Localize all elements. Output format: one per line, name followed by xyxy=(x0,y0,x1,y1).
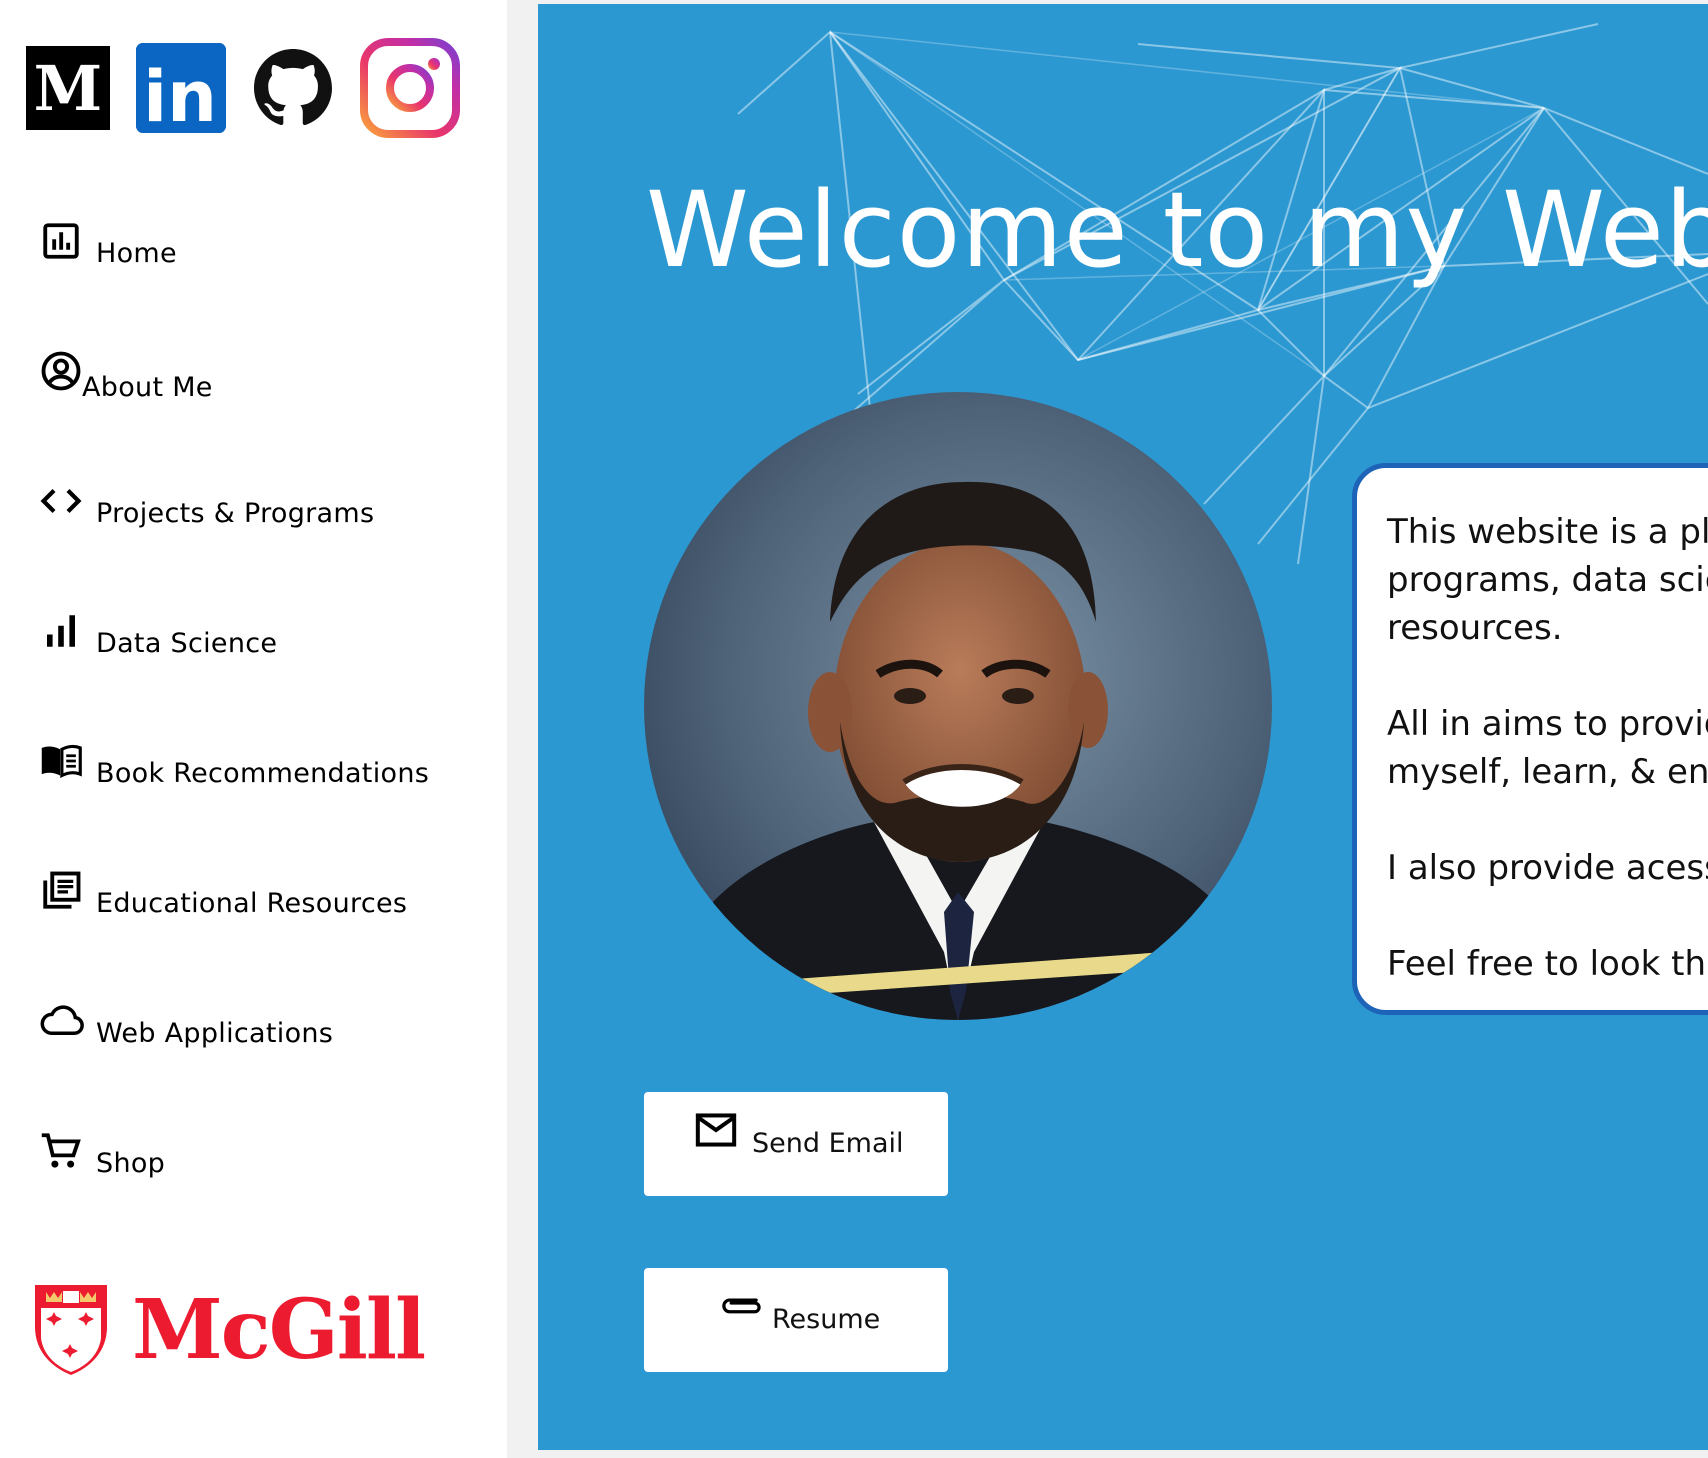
code-brackets-icon xyxy=(40,480,82,522)
hero-section: Welcome to my Websit xyxy=(538,4,1708,1450)
intro-line: All in aims to provid xyxy=(1387,704,1708,744)
resume-label: Resume xyxy=(772,1304,881,1335)
cloud-icon xyxy=(38,1000,86,1042)
sidebar: M in Home About Me Projects & Programs D… xyxy=(0,0,507,1458)
sidebar-nav: Home About Me Projects & Programs Data S… xyxy=(40,220,480,1260)
intro-paragraph: I also provide acess xyxy=(1387,844,1708,892)
cart-icon xyxy=(40,1130,82,1172)
sidebar-item-label: Home xyxy=(96,238,177,269)
linkedin-icon[interactable]: in xyxy=(136,43,226,133)
resume-button[interactable]: Resume xyxy=(644,1268,948,1372)
intro-line: programs, data scie xyxy=(1387,560,1708,600)
sidebar-item-about-me[interactable]: About Me xyxy=(40,350,480,480)
github-icon[interactable] xyxy=(254,49,332,127)
linkedin-text: in xyxy=(143,56,217,133)
user-circle-icon xyxy=(40,350,82,392)
instagram-icon[interactable] xyxy=(360,38,460,138)
intro-line: This website is a pla xyxy=(1387,512,1708,552)
intro-paragraph: All in aims to provid myself, learn, & en… xyxy=(1387,700,1708,796)
mail-icon xyxy=(694,1110,738,1150)
sidebar-item-data-science[interactable]: Data Science xyxy=(40,610,480,740)
bar-chart-box-icon xyxy=(40,220,82,262)
sidebar-item-shop[interactable]: Shop xyxy=(40,1130,480,1260)
sidebar-item-label: Projects & Programs xyxy=(96,498,375,529)
send-email-label: Send Email xyxy=(752,1128,904,1159)
sidebar-item-label: Shop xyxy=(96,1148,166,1179)
sidebar-item-label: Web Applications xyxy=(96,1018,334,1049)
sidebar-item-label: Educational Resources xyxy=(96,888,408,919)
profile-photo xyxy=(644,392,1272,1020)
sidebar-item-educational-resources[interactable]: Educational Resources xyxy=(40,870,480,1000)
open-book-icon xyxy=(40,740,82,782)
medium-icon[interactable]: M xyxy=(26,46,110,130)
send-email-button[interactable]: Send Email xyxy=(644,1092,948,1196)
mcgill-shield-icon xyxy=(32,1282,110,1378)
sidebar-item-projects-programs[interactable]: Projects & Programs xyxy=(40,480,480,610)
intro-line: I also provide acess xyxy=(1387,848,1708,888)
sidebar-item-label: About Me xyxy=(82,372,213,403)
intro-line: myself, learn, & eng xyxy=(1387,752,1708,792)
sidebar-item-web-applications[interactable]: Web Applications xyxy=(40,1000,480,1130)
intro-paragraph: Feel free to look thr xyxy=(1387,940,1708,988)
sidebar-item-home[interactable]: Home xyxy=(40,220,480,350)
page-title: Welcome to my Websit xyxy=(646,169,1708,291)
sidebar-item-label: Data Science xyxy=(96,628,278,659)
mcgill-logo: McGill xyxy=(32,1282,426,1378)
documents-icon xyxy=(40,870,82,912)
paperclip-icon xyxy=(718,1286,762,1320)
intro-line: Feel free to look thr xyxy=(1387,944,1708,984)
intro-card: This website is a pla programs, data scie… xyxy=(1352,463,1708,1015)
intro-paragraph: This website is a pla programs, data scie… xyxy=(1387,508,1708,652)
sidebar-item-book-recommendations[interactable]: Book Recommendations xyxy=(40,740,480,870)
social-links: M in xyxy=(26,38,460,138)
mcgill-wordmark: McGill xyxy=(132,1282,426,1378)
medium-letter: M xyxy=(34,52,103,125)
signal-bars-icon xyxy=(40,610,82,652)
intro-line: resources. xyxy=(1387,608,1563,648)
sidebar-item-label: Book Recommendations xyxy=(96,758,430,789)
